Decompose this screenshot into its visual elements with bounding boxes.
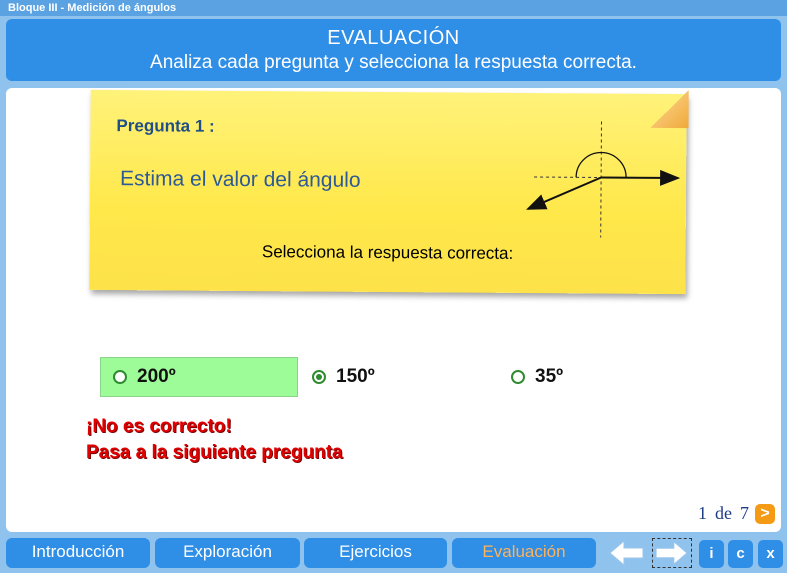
- instruction-text: Selecciona la respuesta correcta:: [261, 242, 514, 263]
- option-label: 150º: [336, 366, 375, 387]
- tab-evaluacion[interactable]: Evaluación: [452, 538, 596, 568]
- angle-figure: [526, 121, 681, 238]
- tab-ejercicios[interactable]: Ejercicios: [304, 538, 447, 568]
- radio-icon[interactable]: [113, 370, 127, 384]
- question-label: Pregunta 1 :: [116, 116, 215, 136]
- tab-exploracion[interactable]: Exploración: [155, 538, 300, 568]
- tab-introduccion[interactable]: Introducción: [6, 538, 150, 568]
- next-question-button[interactable]: >: [755, 503, 775, 524]
- feedback-line-2: Pasa a la siguiente pregunta: [86, 442, 343, 463]
- option-35[interactable]: 35º: [511, 357, 563, 397]
- credits-button[interactable]: c: [728, 540, 753, 568]
- radio-icon[interactable]: [511, 370, 525, 384]
- question-note: Pregunta 1 : Estima el valor del ángulo …: [89, 89, 689, 295]
- option-label: 200º: [137, 366, 176, 387]
- question-text: Estima el valor del ángulo: [120, 167, 361, 192]
- feedback-message: ¡No es correcto! Pasa a la siguiente pre…: [86, 414, 343, 466]
- option-150[interactable]: 150º: [312, 357, 375, 397]
- option-200[interactable]: 200º: [100, 357, 298, 397]
- info-button[interactable]: i: [699, 540, 724, 568]
- pager-total: 7: [740, 503, 749, 523]
- window-title-bar: Bloque III - Medición de ángulos: [0, 0, 787, 16]
- close-button[interactable]: x: [758, 540, 783, 568]
- back-arrow-icon[interactable]: [606, 538, 646, 568]
- window-title: Bloque III - Medición de ángulos: [8, 2, 177, 14]
- pager-of: de: [715, 503, 732, 523]
- feedback-line-1: ¡No es correcto!: [86, 416, 232, 437]
- bottom-navigation: Introducción Exploración Ejercicios Eval…: [0, 536, 787, 573]
- option-label: 35º: [535, 366, 564, 387]
- header-title: EVALUACIÓN: [327, 27, 460, 49]
- content-panel: Pregunta 1 : Estima el valor del ángulo …: [6, 88, 781, 532]
- pager-current: 1: [698, 503, 707, 523]
- forward-arrow-icon[interactable]: [652, 538, 692, 568]
- question-pager: 1 de 7 >: [698, 503, 775, 524]
- header-subtitle: Analiza cada pregunta y selecciona la re…: [150, 52, 637, 73]
- evaluation-header: EVALUACIÓN Analiza cada pregunta y selec…: [6, 19, 781, 81]
- radio-selected-icon[interactable]: [312, 370, 326, 384]
